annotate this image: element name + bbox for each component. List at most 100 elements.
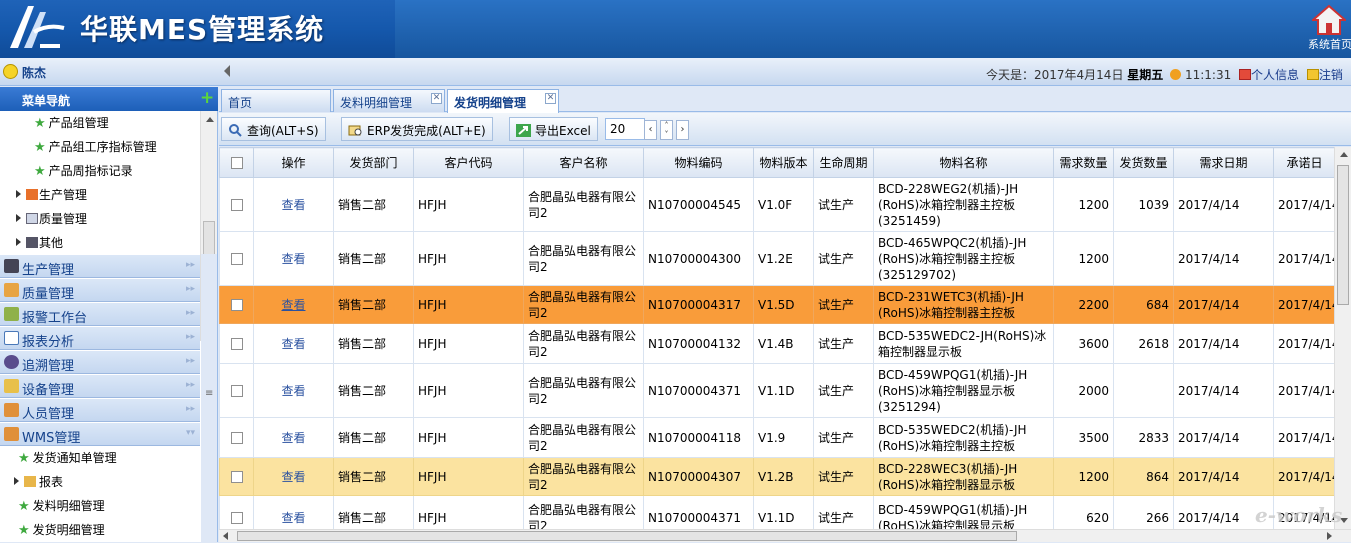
row-view-link[interactable]: 查看 (253, 417, 334, 458)
page-size-input[interactable] (605, 118, 645, 140)
sidebar-splitter[interactable]: ≡ (201, 254, 217, 542)
row-checkbox-cell[interactable] (219, 323, 254, 364)
col-op[interactable]: 操作 (253, 147, 334, 178)
scroll-right-icon[interactable] (1327, 532, 1332, 540)
row-view-link[interactable]: 查看 (253, 457, 334, 496)
row-view-link[interactable]: 查看 (253, 231, 334, 286)
row-checkbox[interactable] (230, 299, 243, 311)
wms-item-issue-detail[interactable]: ★ 发料明细管理 (18, 497, 105, 519)
export-excel-button[interactable]: 导出Excel (509, 117, 598, 141)
tab-issue-detail[interactable]: 发料明细管理 ✕ (333, 89, 445, 112)
expand-arrow-icon[interactable] (16, 238, 21, 246)
tab-home[interactable]: 首页 (221, 89, 331, 112)
scroll-up-icon[interactable] (1340, 152, 1348, 157)
expand-arrow-icon[interactable] (16, 190, 21, 198)
page-stepper-icon[interactable]: ˄ ˅ (660, 120, 673, 140)
tree-item-product-group[interactable]: ★ 产品组管理 (34, 114, 109, 136)
row-checkbox[interactable] (230, 432, 243, 444)
col-demand-date[interactable]: 需求日期 (1173, 147, 1274, 178)
col-material-name[interactable]: 物料名称 (873, 147, 1054, 178)
home-icon (1312, 4, 1346, 35)
table-row[interactable]: 查看 销售二部 HFJH 合肥晶弘电器有限公司2 N10700004545 V1.0F 试生… (219, 177, 1334, 232)
select-all-checkbox[interactable] (230, 157, 243, 169)
accordion-production[interactable]: 生产管理 ▸▸ (0, 254, 200, 278)
splitter-grip-icon[interactable]: ≡ (205, 388, 213, 399)
tab-ship-detail[interactable]: 发货明细管理 ✕ (447, 89, 559, 113)
select-all-checkbox-cell[interactable] (219, 147, 254, 178)
table-row[interactable]: 查看 销售二部 HFJH 合肥晶弘电器有限公司2 N10700004132 V1.4B 试生… (219, 323, 1334, 364)
close-tab-icon[interactable]: ✕ (431, 93, 442, 104)
row-checkbox[interactable] (230, 471, 243, 483)
accordion-quality[interactable]: 质量管理 ▸▸ (0, 278, 200, 302)
table-row[interactable]: 查看 销售二部 HFJH 合肥晶弘电器有限公司2 N10700004317 V1.5D 试生… (219, 285, 1334, 324)
profile-link[interactable]: 个人信息 (1251, 68, 1299, 82)
tree-item-production[interactable]: 生产管理 (16, 186, 87, 208)
col-shipped-qty[interactable]: 发货数量 (1113, 147, 1174, 178)
col-demand-qty[interactable]: 需求数量 (1053, 147, 1114, 178)
row-checkbox-cell[interactable] (219, 495, 254, 529)
scroll-thumb[interactable] (1337, 165, 1349, 305)
wms-item-ship-notice[interactable]: ★ 发货通知单管理 (18, 449, 117, 471)
col-promise-date[interactable]: 承诺日 (1273, 147, 1334, 178)
row-view-link[interactable]: 查看 (253, 323, 334, 364)
col-material[interactable]: 物料编码 (643, 147, 754, 178)
row-checkbox-cell[interactable] (219, 285, 254, 324)
row-checkbox[interactable] (230, 199, 243, 211)
logout-link[interactable]: 注销 (1319, 68, 1343, 82)
accordion-wms[interactable]: WMS管理 ▾▾ (0, 422, 200, 446)
table-row[interactable]: 查看 销售二部 HFJH 合肥晶弘电器有限公司2 N10700004371 V1.1D 试生… (219, 495, 1334, 529)
row-view-link[interactable]: 查看 (253, 495, 334, 529)
col-version[interactable]: 物料版本 (753, 147, 814, 178)
collapse-sidebar-icon[interactable] (224, 65, 230, 77)
col-dept[interactable]: 发货部门 (333, 147, 414, 178)
cell-material-code: N10700004118 (643, 417, 754, 458)
row-checkbox[interactable] (230, 338, 243, 350)
prev-page-icon[interactable]: ‹ (644, 120, 657, 140)
col-lifecycle[interactable]: 生命周期 (813, 147, 874, 178)
grid-vertical-scrollbar[interactable] (1334, 147, 1351, 529)
wms-item-reports[interactable]: 报表 (14, 473, 63, 495)
tree-item-process-index[interactable]: ★ 产品组工序指标管理 (34, 138, 157, 160)
cell-lifecycle: 试生产 (813, 495, 874, 529)
scroll-left-icon[interactable] (223, 532, 228, 540)
accordion-reports[interactable]: 报表分析 ▸▸ (0, 326, 200, 350)
row-checkbox[interactable] (230, 512, 243, 524)
scroll-thumb[interactable] (237, 531, 1017, 541)
row-checkbox-cell[interactable] (219, 363, 254, 418)
accordion-equipment[interactable]: 设备管理 ▸▸ (0, 374, 200, 398)
row-view-link[interactable]: 查看 (253, 177, 334, 232)
table-row[interactable]: 查看 销售二部 HFJH 合肥晶弘电器有限公司2 N10700004371 V1.1D 试生… (219, 363, 1334, 418)
row-view-link[interactable]: 查看 (253, 363, 334, 418)
table-row[interactable]: 查看 销售二部 HFJH 合肥晶弘电器有限公司2 N10700004300 V1.2E 试生… (219, 231, 1334, 286)
row-checkbox[interactable] (230, 385, 243, 397)
grid-horizontal-scrollbar[interactable] (219, 529, 1351, 542)
tree-item-other[interactable]: 其他 (16, 234, 63, 256)
row-checkbox-cell[interactable] (219, 457, 254, 496)
user-name[interactable]: 陈杰 (22, 64, 46, 81)
table-row[interactable]: 查看 销售二部 HFJH 合肥晶弘电器有限公司2 N10700004118 V1.9 试生产… (219, 417, 1334, 458)
col-code[interactable]: 客户代码 (413, 147, 524, 178)
erp-complete-button[interactable]: ERP发货完成(ALT+E) (341, 117, 493, 141)
tree-item-weekly-index[interactable]: ★ 产品周指标记录 (34, 162, 133, 184)
accordion-trace[interactable]: 追溯管理 ▸▸ (0, 350, 200, 374)
next-page-icon[interactable]: › (676, 120, 689, 140)
table-row[interactable]: 查看 销售二部 HFJH 合肥晶弘电器有限公司2 N10700004307 V1.2B 试生… (219, 457, 1334, 496)
home-button[interactable]: 系统首页 (1304, 2, 1351, 54)
expand-arrow-icon[interactable] (14, 477, 19, 485)
col-customer[interactable]: 客户名称 (523, 147, 644, 178)
accordion-personnel[interactable]: 人员管理 ▸▸ (0, 398, 200, 422)
tree-item-quality[interactable]: 质量管理 (16, 210, 87, 232)
expand-arrow-icon[interactable] (16, 214, 21, 222)
row-checkbox[interactable] (230, 253, 243, 265)
row-view-link[interactable]: 查看 (253, 285, 334, 324)
wms-item-ship-detail[interactable]: ★ 发货明细管理 (18, 521, 105, 543)
close-tab-icon[interactable]: ✕ (545, 93, 556, 104)
cell-dept: 销售二部 (333, 323, 414, 364)
scroll-up-icon[interactable] (206, 117, 214, 122)
row-checkbox-cell[interactable] (219, 417, 254, 458)
row-checkbox-cell[interactable] (219, 177, 254, 232)
row-checkbox-cell[interactable] (219, 231, 254, 286)
expand-all-icon[interactable]: + (200, 88, 214, 108)
accordion-alarm[interactable]: 报警工作台 ▸▸ (0, 302, 200, 326)
query-button[interactable]: 查询(ALT+S) (221, 117, 326, 141)
